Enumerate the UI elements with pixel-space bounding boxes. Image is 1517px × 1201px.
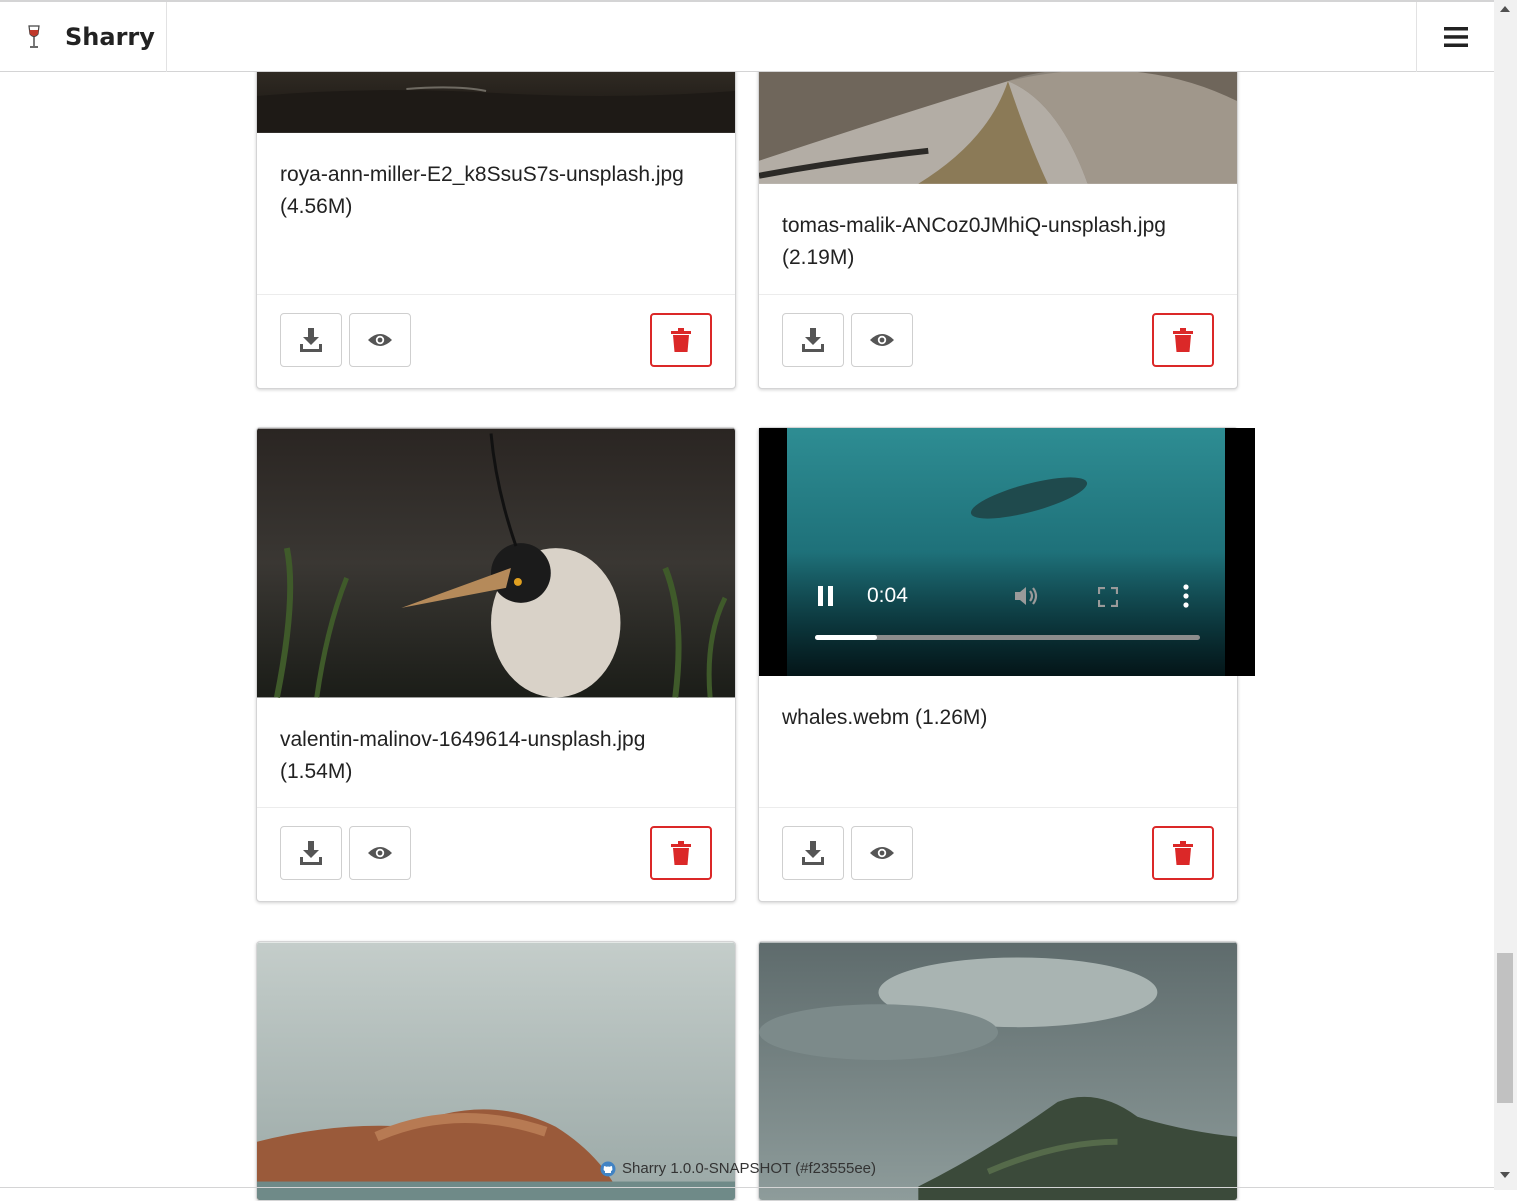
card-actions — [759, 807, 1237, 901]
video-progress-fill — [815, 635, 877, 640]
trash-icon — [671, 328, 691, 352]
more-options-button[interactable] — [1179, 584, 1193, 608]
volume-icon — [1015, 587, 1038, 605]
video-progress-bar[interactable] — [815, 635, 1200, 640]
eye-icon — [870, 847, 894, 859]
more-vertical-icon — [1183, 584, 1189, 608]
divider — [0, 1187, 1494, 1188]
download-button[interactable] — [280, 826, 342, 880]
file-card: tomas-malik-ANCoz0JMhiQ-unsplash.jpg (2.… — [758, 40, 1238, 389]
fullscreen-icon — [1097, 586, 1119, 608]
github-icon[interactable] — [600, 1161, 616, 1177]
view-button[interactable] — [349, 826, 411, 880]
top-navbar: Sharry — [0, 0, 1494, 72]
delete-button[interactable] — [1152, 313, 1214, 367]
footer: Sharry 1.0.0-SNAPSHOT (#f23555ee) — [600, 1160, 876, 1177]
download-icon — [300, 328, 322, 352]
menu-icon — [1443, 27, 1468, 47]
file-name: valentin-malinov-1649614-unsplash.jpg (1… — [280, 728, 646, 783]
eye-icon — [368, 847, 392, 859]
view-button[interactable] — [851, 826, 913, 880]
download-button[interactable] — [782, 826, 844, 880]
download-icon — [300, 841, 322, 865]
card-actions — [257, 807, 735, 901]
card-actions — [257, 294, 735, 388]
file-name: tomas-malik-ANCoz0JMhiQ-unsplash.jpg (2.… — [782, 214, 1166, 269]
file-name: roya-ann-miller-E2_k8SsuS7s-unsplash.jpg… — [280, 163, 684, 218]
pause-button[interactable] — [817, 586, 835, 606]
file-card: valentin-malinov-1649614-unsplash.jpg (1… — [256, 427, 736, 902]
file-card: roya-ann-miller-E2_k8SsuS7s-unsplash.jpg… — [256, 40, 736, 389]
download-button[interactable] — [280, 313, 342, 367]
eye-icon — [368, 334, 392, 346]
scroll-up-arrow-icon[interactable] — [1500, 6, 1510, 12]
trash-icon — [1173, 841, 1193, 865]
pause-icon — [818, 586, 833, 606]
scroll-down-arrow-icon[interactable] — [1500, 1172, 1510, 1178]
volume-button[interactable] — [1013, 585, 1041, 607]
video-time: 0:04 — [867, 584, 908, 607]
vertical-scrollbar[interactable] — [1494, 0, 1517, 1190]
eye-icon — [870, 334, 894, 346]
file-image-preview[interactable] — [257, 428, 735, 698]
card-actions — [759, 294, 1237, 388]
trash-icon — [671, 841, 691, 865]
hamburger-menu-button[interactable] — [1416, 2, 1494, 72]
download-button[interactable] — [782, 313, 844, 367]
app-title: Sharry — [65, 23, 155, 51]
delete-button[interactable] — [650, 826, 712, 880]
view-button[interactable] — [349, 313, 411, 367]
video-player[interactable]: 0:04 — [759, 428, 1255, 676]
download-icon — [802, 841, 824, 865]
view-button[interactable] — [851, 313, 913, 367]
wine-glass-logo-icon — [28, 25, 40, 48]
download-icon — [802, 328, 824, 352]
trash-icon — [1173, 328, 1193, 352]
delete-button[interactable] — [1152, 826, 1214, 880]
scrollbar-thumb[interactable] — [1497, 953, 1513, 1103]
fullscreen-button[interactable] — [1097, 586, 1119, 608]
file-card: 0:04 whales.webm (1.26M) — [758, 427, 1255, 902]
brand[interactable]: Sharry — [0, 2, 167, 72]
delete-button[interactable] — [650, 313, 712, 367]
file-name: whales.webm (1.26M) — [782, 706, 988, 729]
footer-version-link[interactable]: Sharry 1.0.0-SNAPSHOT (#f23555ee) — [622, 1160, 876, 1177]
